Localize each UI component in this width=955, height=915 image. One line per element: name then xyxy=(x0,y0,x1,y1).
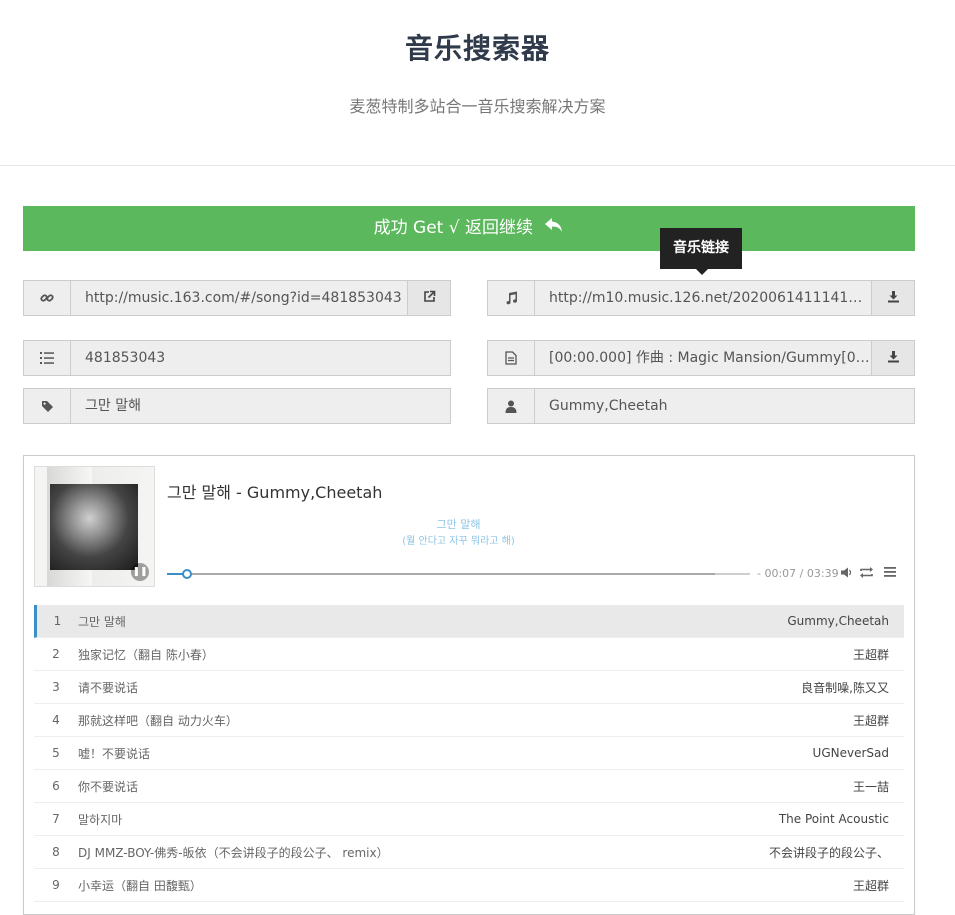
playlist-song-name: DJ MMZ-BOY-佛秀-皈依（不会讲段子的段公子、 remix） xyxy=(78,845,389,860)
playlist-row[interactable]: 5 嘘！不要说话 UGNeverSad xyxy=(34,737,904,770)
page-subtitle: 麦葱特制多站合一音乐搜索解决方案 xyxy=(349,97,606,116)
playlist-artist: 王超群 xyxy=(852,647,889,662)
file-icon xyxy=(488,341,535,375)
playlist-row[interactable]: 4 那就这样吧（翻自 动力火车） 王超群 xyxy=(34,704,904,737)
time-display: - 00:07 / 03:39 xyxy=(757,567,839,580)
success-label: 成功 Get √ 返回继续 xyxy=(373,218,533,238)
playlist-index: 2 xyxy=(52,647,60,661)
playlist-song-name: 嘘！不要说话 xyxy=(78,746,151,761)
playlist-song-name: 那就这样吧（翻自 动力火车） xyxy=(78,713,238,728)
pause-icon[interactable]: ❚❚ xyxy=(131,563,149,581)
playlist-song-name: 你不要说话 xyxy=(78,779,139,794)
current-lyric-line: 그만 말해 xyxy=(436,518,481,531)
playlist-index: 6 xyxy=(52,779,60,793)
lyrics-value[interactable]: [00:00.000] 作曲 : Magic Mansion/Gummy[00:… xyxy=(535,341,871,375)
song-id-field: 481853043 xyxy=(23,340,451,376)
download-lyrics-button[interactable] xyxy=(871,341,914,375)
playlist-artist: 王超群 xyxy=(852,878,889,893)
playlist-index: 3 xyxy=(52,680,60,694)
playlist-index: 4 xyxy=(52,713,60,727)
song-link-field: http://music.163.com/#/song?id=481853043 xyxy=(23,280,451,316)
singer-field: Gummy,Cheetah xyxy=(487,388,915,424)
playlist-artist: 不会讲段子的段公子、 xyxy=(768,845,889,860)
external-link-icon xyxy=(423,290,436,307)
cover-photo xyxy=(50,484,138,570)
playlist-row[interactable]: 8 DJ MMZ-BOY-佛秀-皈依（不会讲段子的段公子、 remix） 不会讲段子… xyxy=(34,836,904,869)
playlist-row[interactable]: 7 말하지마 The Point Acoustic xyxy=(34,803,904,836)
music-icon xyxy=(488,281,535,315)
playlist-artist: The Point Acoustic xyxy=(778,812,889,826)
music-link-tooltip: 音乐链接 xyxy=(660,228,742,275)
song-name-value[interactable]: 그만 말해 xyxy=(71,389,450,423)
player-song-title: 그만 말해 - Gummy,Cheetah xyxy=(167,483,383,502)
album-cover[interactable]: ❚❚ xyxy=(34,466,155,587)
user-icon xyxy=(488,389,535,423)
playlist-artist: Gummy,Cheetah xyxy=(787,614,889,628)
playlist-row[interactable]: 6 你不要说话 王一喆 xyxy=(34,770,904,803)
playlist-index: 7 xyxy=(52,812,60,826)
progress-thumb[interactable] xyxy=(181,569,192,579)
playlist: 1 그만 말해 Gummy,Cheetah 2 独家记忆（翻自 陈小春） 王超群 3 请不要说… xyxy=(34,605,904,902)
song-id-value[interactable]: 481853043 xyxy=(71,341,450,375)
external-link-button[interactable] xyxy=(407,281,450,315)
menu-icon[interactable] xyxy=(884,567,896,580)
playlist-song-name: 그만 말해 xyxy=(78,614,126,629)
reply-icon xyxy=(544,206,564,251)
playlist-artist: 王超群 xyxy=(852,713,889,728)
music-url-value[interactable]: http://m10.music.126.net/20200614111417/… xyxy=(535,281,871,315)
playlist-index: 1 xyxy=(53,614,62,628)
playlist-artist: UGNeverSad xyxy=(812,746,889,760)
page-title: 音乐搜索器 xyxy=(404,32,550,65)
list-icon xyxy=(24,341,71,375)
playlist-artist: 良音制噪,陈又又 xyxy=(801,680,889,695)
playlist-row[interactable]: 9 小幸运（翻自 田馥甄） 王超群 xyxy=(34,869,904,902)
download-icon xyxy=(887,290,900,307)
music-player: ❚❚ 그만 말해 - Gummy,Cheetah 그만 말해 (뭘 안다고 자꾸… xyxy=(23,455,915,915)
song-name-field: 그만 말해 xyxy=(23,388,451,424)
progress-loaded xyxy=(167,573,716,575)
download-music-button[interactable] xyxy=(871,281,914,315)
playlist-index: 5 xyxy=(52,746,60,760)
music-url-field: http://m10.music.126.net/20200614111417/… xyxy=(487,280,915,316)
link-icon xyxy=(24,281,71,315)
playlist-song-name: 独家记忆（翻自 陈小春） xyxy=(78,647,214,662)
playlist-song-name: 小幸运（翻自 田馥甄） xyxy=(78,878,202,893)
progress-bar[interactable] xyxy=(167,569,750,579)
success-return-button[interactable]: 成功 Get √ 返回继续 xyxy=(23,206,915,251)
song-link-value[interactable]: http://music.163.com/#/song?id=481853043 xyxy=(71,281,407,315)
page-header: 音乐搜索器 麦葱特制多站合一音乐搜索解决方案 xyxy=(0,0,955,166)
singer-value[interactable]: Gummy,Cheetah xyxy=(535,389,914,423)
loop-icon[interactable] xyxy=(859,567,874,581)
next-lyric-line: (뭘 안다고 자꾸 뭐라고 해) xyxy=(402,536,515,547)
playlist-song-name: 말하지마 xyxy=(78,812,123,827)
playlist-index: 8 xyxy=(52,845,60,859)
lyrics-field: [00:00.000] 作曲 : Magic Mansion/Gummy[00:… xyxy=(487,340,915,376)
tag-icon xyxy=(24,389,71,423)
volume-icon[interactable] xyxy=(841,567,853,581)
playlist-row[interactable]: 3 请不要说话 良音制噪,陈又又 xyxy=(34,671,904,704)
playlist-artist: 王一喆 xyxy=(852,779,889,794)
playlist-song-name: 请不要说话 xyxy=(78,680,139,695)
playlist-row[interactable]: 2 独家记忆（翻自 陈小春） 王超群 xyxy=(34,638,904,671)
playlist-row[interactable]: 1 그만 말해 Gummy,Cheetah xyxy=(34,605,904,638)
playlist-index: 9 xyxy=(52,878,60,892)
download-icon xyxy=(887,350,900,367)
